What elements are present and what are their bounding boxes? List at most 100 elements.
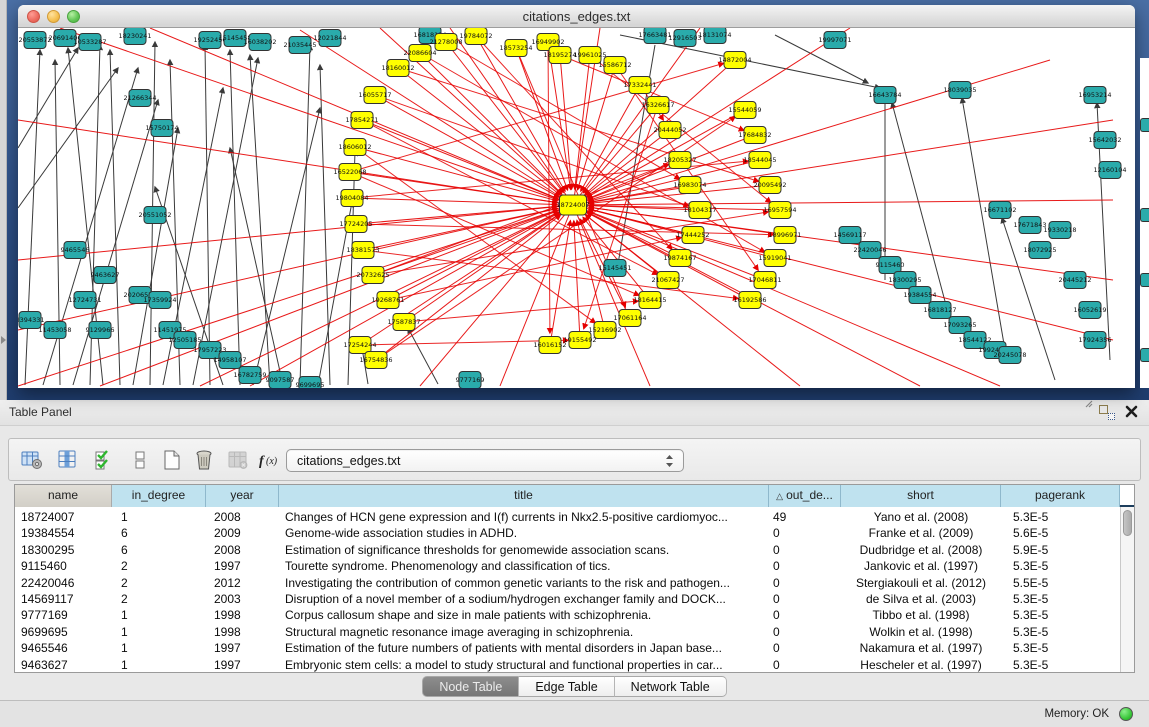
network-node[interactable]: 18606012 — [338, 139, 371, 156]
network-node[interactable]: 17684832 — [738, 127, 771, 144]
network-node[interactable]: 9465546 — [61, 242, 90, 259]
network-node[interactable]: 9777169 — [456, 372, 485, 389]
network-node[interactable]: 15642032 — [1088, 132, 1121, 149]
network-node[interactable]: 20095492 — [753, 177, 786, 194]
network-node[interactable]: 16671102 — [983, 202, 1016, 219]
network-graph[interactable]: 2055387220691406105332871823024119252456… — [18, 28, 1135, 388]
network-node[interactable]: 20445212 — [1058, 272, 1091, 289]
network-node[interactable]: 18072925 — [1023, 242, 1056, 259]
close-panel-icon[interactable] — [1124, 404, 1139, 419]
network-node[interactable]: 18131074 — [698, 28, 731, 44]
table-row[interactable]: 911546021997Tourette syndrome. Phenomeno… — [15, 558, 1120, 574]
pane-resize-icon[interactable] — [1084, 396, 1094, 414]
tab-edge-table[interactable]: Edge Table — [519, 676, 614, 697]
network-node[interactable]: 18544045 — [743, 152, 776, 169]
network-node[interactable]: 20553872 — [18, 32, 51, 49]
network-node[interactable]: 19784072 — [459, 28, 492, 45]
table-row[interactable]: 946362711997Embryonic stem cells: a mode… — [15, 657, 1120, 672]
table-selector-dropdown[interactable]: citations_edges.txt — [286, 449, 684, 472]
network-node[interactable]: 17444252 — [676, 227, 709, 244]
column-header-short[interactable]: short — [841, 485, 1001, 507]
table-mode-button[interactable] — [19, 448, 45, 474]
network-node[interactable]: 16643784 — [868, 87, 901, 104]
network-node[interactable]: 16957594 — [763, 202, 796, 219]
network-node[interactable]: 18996971 — [768, 227, 801, 244]
network-node[interactable]: 19330218 — [1043, 222, 1076, 239]
network-canvas[interactable]: 2055387220691406105332871823024119252456… — [18, 28, 1135, 388]
select-all-columns-button[interactable] — [91, 448, 117, 474]
table-row[interactable]: 977716911998Corpus callosum shape and si… — [15, 607, 1120, 623]
network-node[interactable]: 9097587 — [266, 372, 295, 389]
network-node[interactable]: 16818127 — [923, 302, 956, 319]
column-selector-button[interactable] — [55, 448, 81, 474]
network-node[interactable]: 15750174 — [145, 120, 178, 137]
delete-table-button[interactable] — [225, 448, 251, 474]
network-node[interactable]: 12021844 — [313, 30, 346, 47]
network-node[interactable]: 14872004 — [718, 52, 751, 69]
network-node[interactable]: 18724007 — [556, 195, 589, 215]
network-node[interactable]: 9115460 — [876, 257, 905, 274]
table-row[interactable]: 1938455462009Genome-wide association stu… — [15, 525, 1120, 541]
network-node[interactable]: 19155492 — [563, 332, 596, 349]
function-builder-button[interactable]: f(x) — [257, 448, 283, 474]
network-node[interactable]: 15586712 — [598, 57, 631, 74]
network-node[interactable]: 9129966 — [86, 322, 115, 339]
network-node[interactable]: 17587837 — [387, 314, 420, 331]
network-node[interactable]: 18573254 — [499, 40, 532, 57]
network-node[interactable]: 17724205 — [339, 216, 372, 233]
column-header-out_degree[interactable]: △out_de... — [769, 485, 841, 507]
column-header-in_degree[interactable]: in_degree — [112, 485, 206, 507]
network-node[interactable]: 18300295 — [888, 272, 921, 289]
network-node[interactable]: 15919041 — [758, 250, 791, 267]
network-node[interactable]: 17663481 — [638, 28, 671, 44]
column-header-name[interactable]: name — [15, 485, 112, 507]
vertical-scrollbar[interactable] — [1120, 507, 1134, 672]
network-node[interactable]: 17671843 — [1013, 217, 1046, 234]
network-window-titlebar[interactable]: citations_edges.txt — [18, 5, 1135, 28]
network-node[interactable]: 16782759 — [233, 367, 266, 384]
network-node[interactable]: 16953214 — [1078, 87, 1111, 104]
network-node[interactable]: 16522068 — [333, 164, 366, 181]
table-row[interactable]: 1830029562008Estimation of significance … — [15, 542, 1120, 558]
network-node[interactable]: 18160012 — [381, 60, 414, 77]
table-row[interactable]: 2242004622012Investigating the contribut… — [15, 575, 1120, 591]
left-collapse-strip[interactable] — [0, 0, 7, 400]
network-node[interactable]: 19804084 — [335, 190, 368, 207]
network-node[interactable]: 16754836 — [359, 352, 392, 369]
network-node[interactable]: 22420046 — [853, 242, 886, 259]
column-header-year[interactable]: year — [206, 485, 279, 507]
network-node[interactable]: 16016152 — [533, 337, 566, 354]
network-node[interactable]: 20732625 — [356, 267, 389, 284]
table-row[interactable]: 1456911722003Disruption of a novel membe… — [15, 591, 1120, 607]
network-node[interactable]: 17093265 — [943, 317, 976, 334]
network-node[interactable]: 18164415 — [633, 292, 666, 309]
network-node[interactable]: 16052619 — [1073, 302, 1106, 319]
network-node[interactable]: 16326617 — [641, 97, 674, 114]
network-node[interactable]: 12160104 — [1093, 162, 1126, 179]
network-node[interactable]: 9699695 — [296, 377, 325, 389]
column-header-title[interactable]: title — [279, 485, 769, 507]
network-node[interactable]: 17924356 — [1078, 332, 1111, 349]
table-row[interactable]: 946554611997Estimation of the future num… — [15, 640, 1120, 656]
create-column-button[interactable] — [159, 448, 185, 474]
network-node[interactable]: 15145451 — [598, 260, 631, 277]
network-node[interactable]: 16983074 — [673, 177, 706, 194]
network-node[interactable]: 17254244 — [343, 337, 376, 354]
network-node[interactable]: 14569117 — [833, 227, 866, 244]
network-node[interactable]: 17046811 — [748, 272, 781, 289]
table-row[interactable]: 1872400712008Changes of HCN gene express… — [15, 509, 1120, 525]
scrollbar-thumb[interactable] — [1123, 510, 1132, 536]
network-node[interactable]: 22086604 — [403, 45, 436, 62]
column-header-pagerank[interactable]: pagerank — [1001, 485, 1120, 507]
float-panel-icon[interactable] — [1099, 405, 1115, 420]
tab-node-table[interactable]: Node Table — [422, 676, 519, 697]
tab-network-table[interactable]: Network Table — [615, 676, 727, 697]
delete-column-button[interactable] — [191, 448, 217, 474]
network-node[interactable]: 9463627 — [91, 267, 120, 284]
table-row[interactable]: 969969511998Structural magnetic resonanc… — [15, 624, 1120, 640]
network-node[interactable]: 19997071 — [818, 32, 851, 49]
network-node[interactable]: 18230241 — [118, 28, 151, 45]
network-node[interactable]: 21266344 — [123, 90, 156, 107]
network-node[interactable]: 21035445 — [283, 37, 316, 54]
unselect-all-columns-button[interactable] — [127, 448, 153, 474]
